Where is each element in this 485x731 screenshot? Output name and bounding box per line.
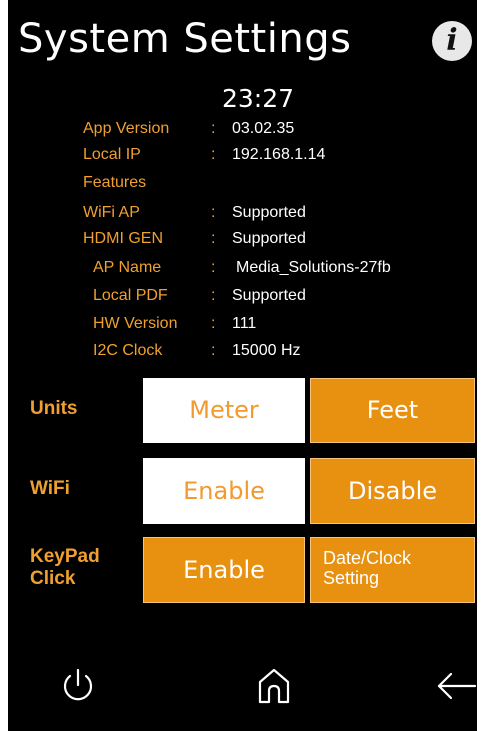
info-value: Supported — [232, 204, 306, 221]
info-label: HW Version — [93, 315, 178, 332]
info-label: I2C Clock — [93, 342, 163, 359]
wifi-disable-button[interactable]: Disable — [310, 458, 475, 524]
info-label: App Version — [83, 120, 170, 137]
info-icon[interactable]: i — [432, 21, 472, 61]
info-separator: : — [211, 230, 216, 247]
info-value: Media_Solutions-27fb — [236, 259, 391, 276]
info-value: 15000 Hz — [232, 342, 301, 359]
wifi-label: WiFi — [30, 478, 70, 499]
back-icon[interactable] — [433, 664, 477, 708]
date-clock-line2: Setting — [323, 568, 380, 588]
info-label: HDMI GEN — [83, 230, 163, 247]
info-label: AP Name — [93, 259, 162, 276]
keypad-label-line1: KeyPad — [30, 546, 100, 567]
info-value: 192.168.1.14 — [232, 146, 326, 163]
info-separator: : — [211, 287, 216, 304]
info-separator: : — [211, 120, 216, 137]
keypad-label-line2: Click — [30, 568, 76, 589]
keypad-enable-button[interactable]: Enable — [143, 537, 305, 603]
info-separator: : — [211, 315, 216, 332]
info-value: 03.02.35 — [232, 120, 295, 137]
info-separator: : — [211, 259, 216, 276]
info-separator: : — [211, 146, 216, 163]
info-label: Features — [83, 174, 147, 191]
page-title: System Settings — [18, 16, 352, 62]
info-value: 111 — [232, 315, 257, 332]
meter-button[interactable]: Meter — [143, 378, 305, 443]
info-separator: : — [211, 342, 216, 359]
info-label: WiFi AP — [83, 204, 140, 221]
feet-button[interactable]: Feet — [310, 378, 475, 443]
power-icon[interactable] — [56, 664, 100, 708]
info-separator: : — [211, 204, 216, 221]
home-icon[interactable] — [252, 664, 296, 708]
info-label: Local IP — [83, 146, 141, 163]
wifi-enable-button[interactable]: Enable — [143, 458, 305, 524]
info-value: Supported — [232, 287, 306, 304]
info-value: Supported — [232, 230, 306, 247]
keypad-click-label: KeyPad Click — [30, 546, 100, 590]
system-settings-screen: System Settings i 23:27 App Version : 03… — [8, 0, 477, 731]
info-label: Local PDF — [93, 287, 168, 304]
units-label: Units — [30, 398, 78, 419]
clock-display: 23:27 — [222, 84, 295, 113]
date-clock-line1: Date/Clock — [323, 548, 412, 568]
date-clock-setting-button[interactable]: Date/Clock Setting — [310, 537, 475, 603]
